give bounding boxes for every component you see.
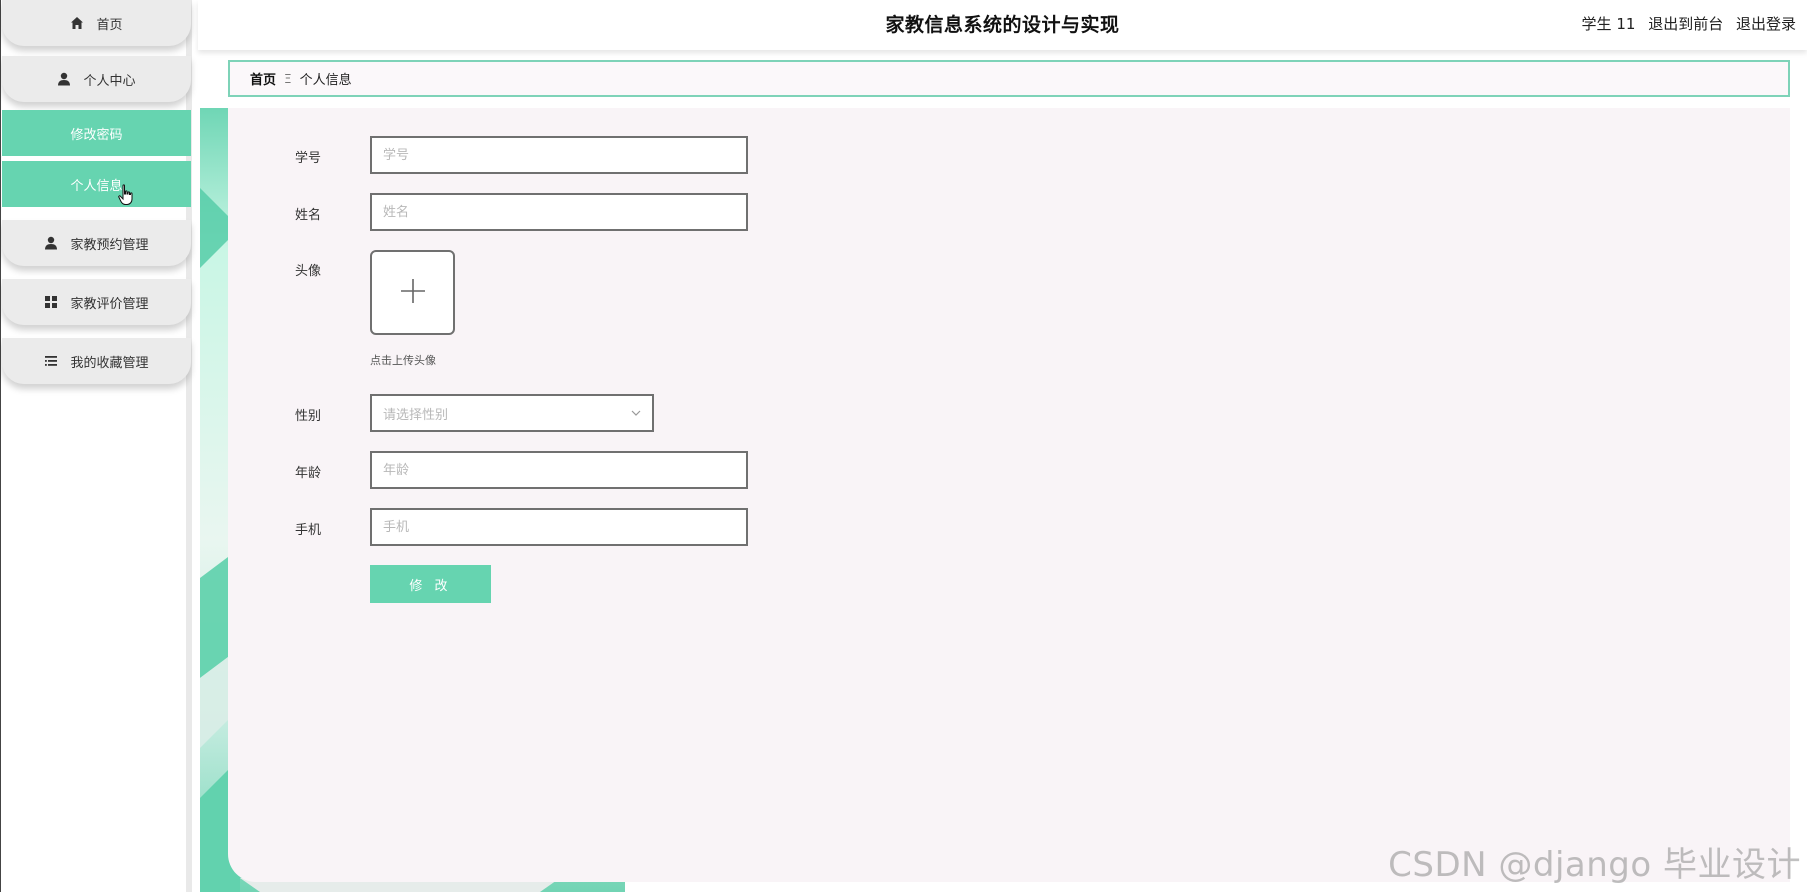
- avatar-upload-hint: 点击上传头像: [370, 354, 436, 367]
- gender-label: 性别: [295, 409, 322, 424]
- age-input[interactable]: [370, 451, 748, 489]
- gender-select[interactable]: 请选择性别: [370, 394, 654, 432]
- grid-icon: [44, 295, 58, 309]
- page-title: 家教信息系统的设计与实现: [885, 14, 1120, 36]
- sidebar-item-label: 个人中心: [83, 73, 136, 89]
- avatar-label: 头像: [295, 264, 322, 279]
- name-label: 姓名: [295, 208, 322, 223]
- sidebar-subitem-label: 个人信息: [70, 178, 123, 194]
- sidebar-item-label: 首页: [96, 17, 123, 33]
- logout-link[interactable]: 退出登录: [1736, 15, 1796, 33]
- home-icon: [70, 16, 84, 30]
- sidebar-subitem-label: 修改密码: [70, 127, 123, 143]
- sidebar-item-favorites-management[interactable]: 我的收藏管理: [2, 338, 191, 384]
- breadcrumb: 首页 Ξ 个人信息: [228, 60, 1790, 97]
- exit-to-front-link[interactable]: 退出到前台: [1648, 15, 1723, 33]
- sidebar-item-booking-management[interactable]: 家教预约管理: [2, 220, 191, 266]
- personal-info-form: 学号 姓名 头像 点击上传头像 性别 请选择性别 年龄 手机 修 改: [228, 108, 1790, 882]
- sidebar: 首页 个人中心 修改密码 个人信息 家教预约管理 家教评价管理 我的收藏管理: [0, 0, 192, 892]
- student-id-input[interactable]: [370, 136, 748, 174]
- name-input[interactable]: [370, 193, 748, 231]
- phone-label: 手机: [295, 523, 322, 538]
- list-icon: [44, 354, 58, 368]
- watermark: CSDN @django 毕业设计: [1388, 845, 1801, 885]
- user-icon: [57, 72, 71, 86]
- sidebar-item-home[interactable]: 首页: [2, 0, 191, 46]
- sidebar-item-label: 我的收藏管理: [70, 355, 149, 371]
- sidebar-item-label: 家教预约管理: [70, 237, 149, 253]
- phone-input[interactable]: [370, 508, 748, 546]
- breadcrumb-separator: Ξ: [284, 71, 292, 86]
- sidebar-item-review-management[interactable]: 家教评价管理: [2, 279, 191, 325]
- student-id-label: 学号: [295, 151, 322, 166]
- plus-icon: [400, 278, 426, 308]
- gender-select-placeholder: 请选择性别: [383, 407, 449, 423]
- chevron-down-icon: [630, 407, 642, 423]
- breadcrumb-home[interactable]: 首页: [250, 69, 276, 88]
- breadcrumb-current: 个人信息: [299, 73, 352, 88]
- age-label: 年龄: [295, 466, 322, 481]
- sidebar-item-personal-center[interactable]: 个人中心: [2, 56, 191, 102]
- user-icon: [44, 236, 58, 250]
- top-header: 家教信息系统的设计与实现 学生 11 退出到前台 退出登录: [198, 0, 1807, 50]
- sidebar-subitem-change-password[interactable]: 修改密码: [2, 110, 191, 156]
- avatar-upload-button[interactable]: [370, 250, 455, 335]
- submit-modify-button[interactable]: 修 改: [370, 565, 491, 603]
- header-actions: 学生 11 退出到前台 退出登录: [1574, 13, 1796, 34]
- sidebar-subitem-personal-info[interactable]: 个人信息: [2, 161, 191, 207]
- sidebar-item-label: 家教评价管理: [70, 296, 149, 312]
- current-user: 学生 11: [1581, 15, 1636, 33]
- hand-cursor-icon: [117, 184, 135, 206]
